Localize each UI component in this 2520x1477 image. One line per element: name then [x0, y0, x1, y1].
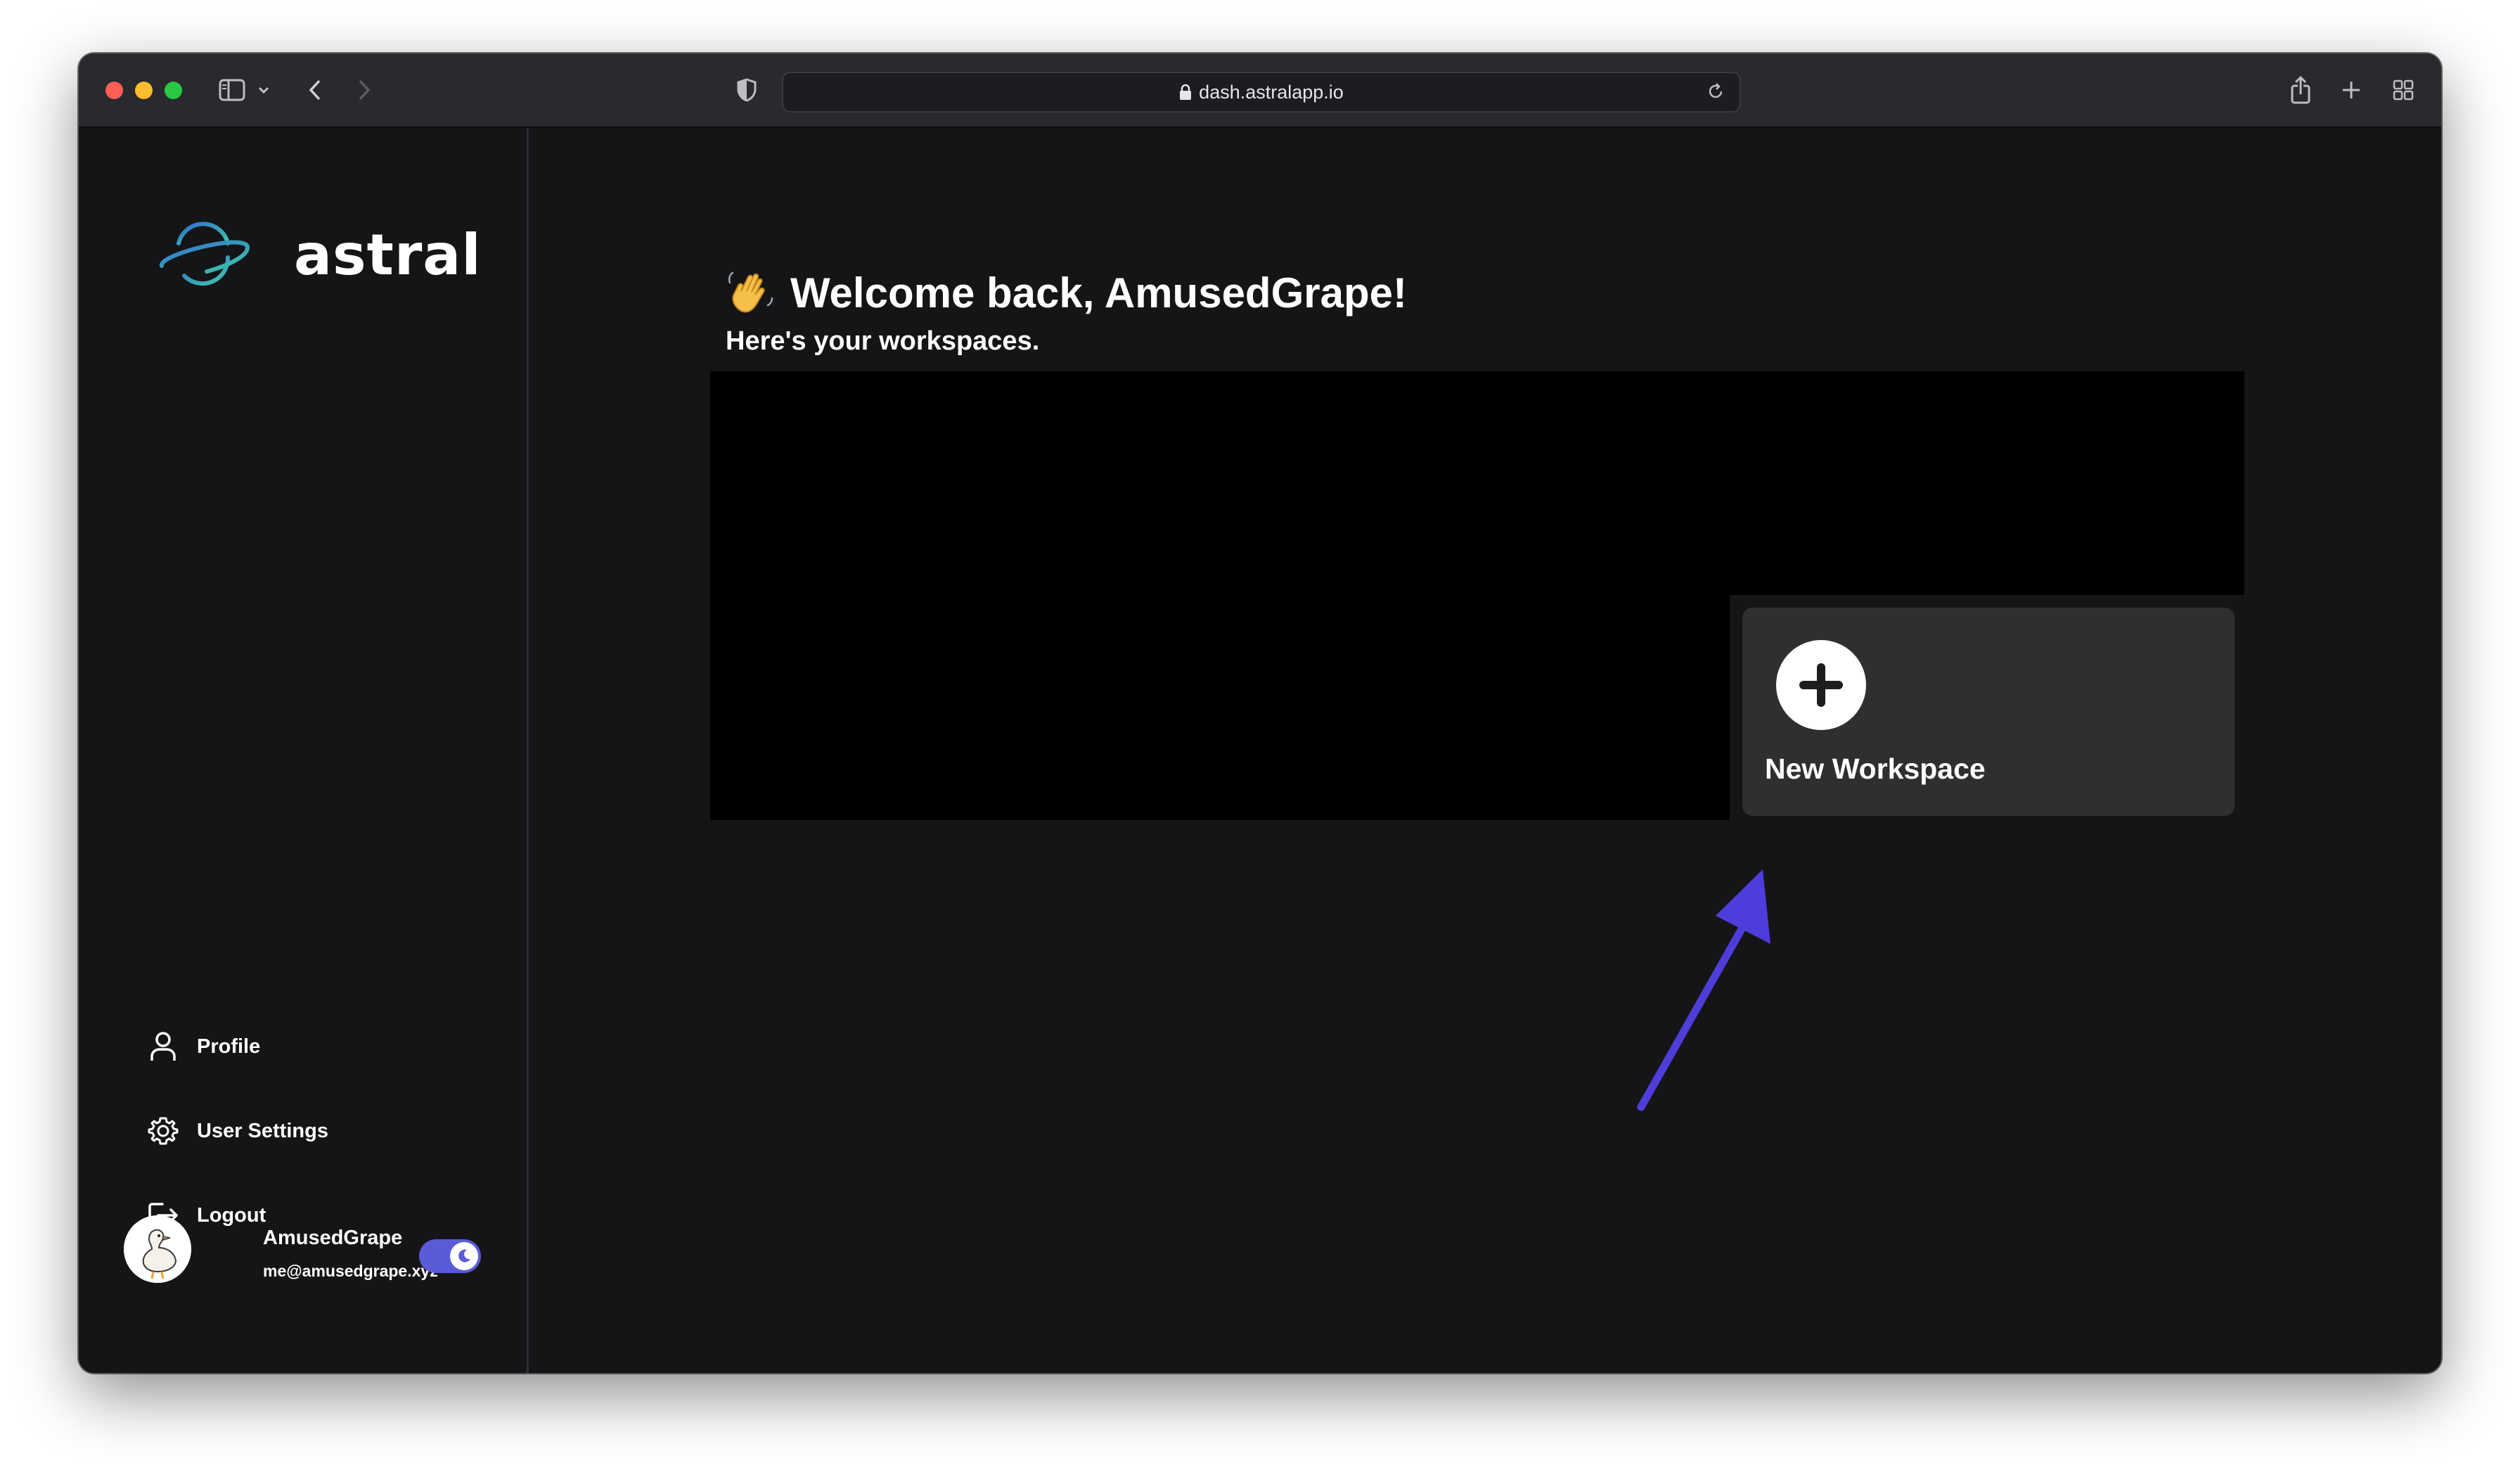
planet-logo-icon: [158, 215, 252, 293]
nav-profile[interactable]: Profile: [146, 1025, 260, 1068]
redacted-workspaces-area: [710, 371, 2244, 595]
welcome-heading: Welcome back, AmusedGrape!: [790, 269, 1407, 316]
address-bar[interactable]: dash.astralapp.io: [782, 72, 1741, 113]
gear-icon: [146, 1114, 180, 1148]
plus-icon: [1776, 640, 1866, 730]
workspaces-subtitle: Here's your workspaces.: [726, 326, 1040, 356]
lock-icon: [1179, 84, 1192, 101]
moon-icon: [450, 1242, 478, 1270]
annotation-arrow-icon: [1637, 869, 1770, 1111]
forward-icon[interactable]: [350, 75, 378, 106]
user-card: AmusedGrape me@amusedgrape.xyz: [124, 1215, 518, 1293]
browser-toolbar: dash.astralapp.io: [79, 53, 2441, 128]
user-email: me@amusedgrape.xyz: [263, 1262, 438, 1280]
privacy-shield-icon[interactable]: [733, 75, 761, 106]
url-text: dash.astralapp.io: [1199, 81, 1344, 103]
window-maximize-button[interactable]: [165, 82, 182, 99]
nav-user-settings-label: User Settings: [197, 1119, 328, 1142]
user-name: AmusedGrape: [263, 1227, 403, 1249]
new-workspace-card[interactable]: New Workspace: [1742, 608, 2235, 816]
back-icon[interactable]: [301, 75, 329, 106]
window-minimize-button[interactable]: [135, 82, 153, 99]
chevron-down-icon[interactable]: [255, 75, 273, 106]
sidebar: astral Profile User Settings Logout Amus…: [79, 128, 529, 1373]
avatar[interactable]: [124, 1215, 191, 1283]
window-close-button[interactable]: [105, 82, 123, 99]
user-icon: [146, 1030, 180, 1063]
reload-icon[interactable]: [1706, 82, 1725, 106]
logo-text: astral: [294, 222, 482, 288]
dark-mode-toggle[interactable]: [419, 1239, 481, 1273]
new-tab-icon[interactable]: [2337, 75, 2365, 106]
sidebar-toggle-icon[interactable]: [217, 75, 248, 106]
tab-overview-icon[interactable]: [2389, 75, 2417, 106]
redacted-workspaces-area: [710, 595, 1730, 820]
share-icon[interactable]: [2287, 75, 2315, 106]
main-content: Welcome back, AmusedGrape! Here's your w…: [529, 128, 2441, 1373]
waving-hand-icon: [726, 269, 775, 318]
browser-window: dash.astralapp.io astral Profile User Se…: [79, 53, 2441, 1373]
nav-profile-label: Profile: [197, 1035, 261, 1058]
new-workspace-label: New Workspace: [1765, 753, 1986, 785]
nav-user-settings[interactable]: User Settings: [146, 1110, 328, 1152]
